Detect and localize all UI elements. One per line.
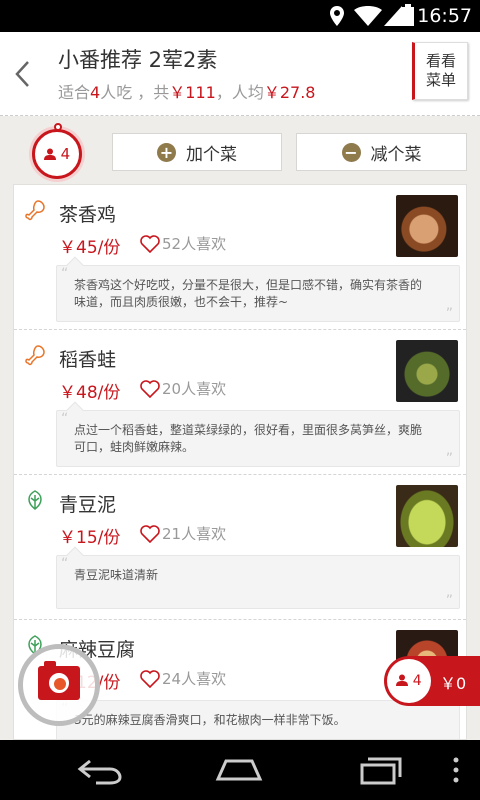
list-item[interactable]: 稻香蛙 ￥48/份 20人喜欢 “ 点过一个稻香蛙，整道菜绿绿的，很好看，里面很…	[14, 330, 466, 475]
system-nav-bar	[0, 740, 480, 800]
location-icon	[330, 6, 344, 26]
quote-close-icon: ”	[445, 306, 453, 322]
overflow-menu-icon[interactable]	[452, 755, 460, 785]
header: 小番推荐 2荤2素 适合4人吃 ，共￥111，人均￥27.8 看看 菜单	[0, 32, 480, 116]
dish-price: ￥15/份	[59, 528, 121, 548]
status-bar: 16:57	[0, 0, 480, 32]
dish-name: 青豆泥	[59, 494, 117, 516]
back-nav-icon[interactable]	[76, 755, 124, 785]
dish-photo[interactable]	[396, 485, 458, 547]
view-menu-button[interactable]: 看看 菜单	[412, 42, 468, 100]
page-subtitle: 适合4人吃 ，共￥111，人均￥27.8	[58, 79, 316, 103]
total-price: ￥111	[169, 83, 216, 102]
quote-close-icon: ”	[445, 451, 453, 467]
menu-label-1: 看看	[425, 52, 456, 70]
dish-photo[interactable]	[396, 195, 458, 257]
review-quote: “ 青豆泥味道清新 ”	[56, 546, 460, 609]
person-icon	[43, 148, 56, 160]
list-item[interactable]: 青豆泥 ￥15/份 21人喜欢 “ 青豆泥味道清新 ”	[14, 475, 466, 620]
like-count: 21人喜欢	[162, 525, 227, 543]
review-quote: “ 3元的麻辣豆腐香滑爽口，和花椒肉一样非常下饭。 ”	[56, 691, 460, 739]
toolbar: 4 + 加个菜 − 减个菜	[0, 117, 480, 185]
like-button[interactable]: 24人喜欢	[140, 668, 226, 689]
drumstick-icon	[25, 345, 45, 366]
person-icon	[396, 674, 409, 686]
remove-dish-button[interactable]: − 减个菜	[296, 133, 467, 171]
minus-icon: −	[341, 142, 361, 162]
plus-icon: +	[157, 142, 176, 162]
heart-icon	[140, 524, 160, 543]
like-button[interactable]: 20人喜欢	[140, 378, 226, 399]
camera-icon	[38, 661, 80, 700]
subtitle-avg-label: ，人均	[215, 83, 264, 102]
quote-notch	[66, 546, 84, 564]
quote-open-icon: “	[61, 266, 69, 282]
home-nav-icon[interactable]	[214, 755, 264, 785]
page-title: 小番推荐 2荤2素	[58, 48, 218, 72]
recent-apps-icon[interactable]	[358, 755, 404, 785]
review-quote: “ 点过一个稻香蛙，整道菜绿绿的，很好看，里面很多莴笋丝，爽脆可口，蛙肉鲜嫩麻辣…	[56, 401, 460, 467]
menu-label-2: 菜单	[425, 71, 456, 89]
tomato-lens-icon	[49, 673, 69, 693]
remove-dish-label: 减个菜	[370, 144, 422, 165]
camera-button[interactable]	[18, 644, 100, 726]
people-badge[interactable]: 4	[32, 123, 82, 179]
heart-icon	[140, 669, 160, 688]
cart-count: 4	[412, 673, 422, 689]
badge-knob	[54, 123, 62, 131]
clock: 16:57	[417, 5, 472, 27]
add-dish-label: 加个菜	[186, 144, 237, 165]
dish-price: ￥45/份	[59, 238, 121, 258]
cart-count-badge: 4	[387, 659, 431, 703]
heart-icon	[140, 234, 160, 253]
like-count: 24人喜欢	[162, 670, 227, 688]
like-button[interactable]: 21人喜欢	[140, 523, 226, 544]
add-dish-button[interactable]: + 加个菜	[112, 133, 282, 171]
wifi-icon	[354, 6, 382, 26]
dish-name: 茶香鸡	[59, 204, 117, 226]
review-quote: “ 茶香鸡这个好吃哎，分量不是很大，但是口感不错，确实有茶香的味道，而且肉质很嫩…	[56, 256, 460, 322]
review-text: 点过一个稻香蛙，整道菜绿绿的，很好看，里面很多莴笋丝，爽脆可口，蛙肉鲜嫩麻辣。	[74, 423, 423, 454]
cart-button[interactable]: 4 ￥0	[384, 656, 480, 706]
quote-notch	[66, 401, 84, 419]
quote-close-icon: ”	[445, 593, 453, 609]
drumstick-icon	[25, 200, 45, 221]
back-icon[interactable]	[8, 54, 36, 94]
like-button[interactable]: 52人喜欢	[140, 233, 226, 254]
review-text: 3元的麻辣豆腐香滑爽口，和花椒肉一样非常下饭。	[74, 713, 346, 727]
people-badge-count: 4	[60, 145, 71, 163]
dish-name: 稻香蛙	[59, 349, 117, 371]
review-text: 青豆泥味道清新	[74, 568, 159, 582]
cart-total: ￥0	[440, 674, 467, 693]
heart-icon	[140, 379, 160, 398]
subtitle-mid: 人吃 ，共	[100, 83, 170, 102]
battery-icon	[402, 4, 414, 26]
review-text: 茶香鸡这个好吃哎，分量不是很大，但是口感不错，确实有茶香的味道，而且肉质很嫩，也…	[74, 278, 423, 309]
quote-notch	[66, 256, 84, 274]
leaf-icon	[28, 490, 42, 510]
like-count: 52人喜欢	[162, 235, 227, 253]
dish-photo[interactable]	[396, 340, 458, 402]
dish-price: ￥48/份	[59, 383, 121, 403]
avg-price: ￥27.8	[263, 83, 316, 102]
people-count: 4	[90, 83, 101, 102]
signal-icon	[384, 6, 402, 26]
list-item[interactable]: 茶香鸡 ￥45/份 52人喜欢 “ 茶香鸡这个好吃哎，分量不是很大，但是口感不错…	[14, 185, 466, 330]
quote-open-icon: “	[61, 556, 69, 572]
subtitle-prefix: 适合	[58, 83, 91, 102]
quote-open-icon: “	[61, 411, 69, 427]
like-count: 20人喜欢	[162, 380, 227, 398]
